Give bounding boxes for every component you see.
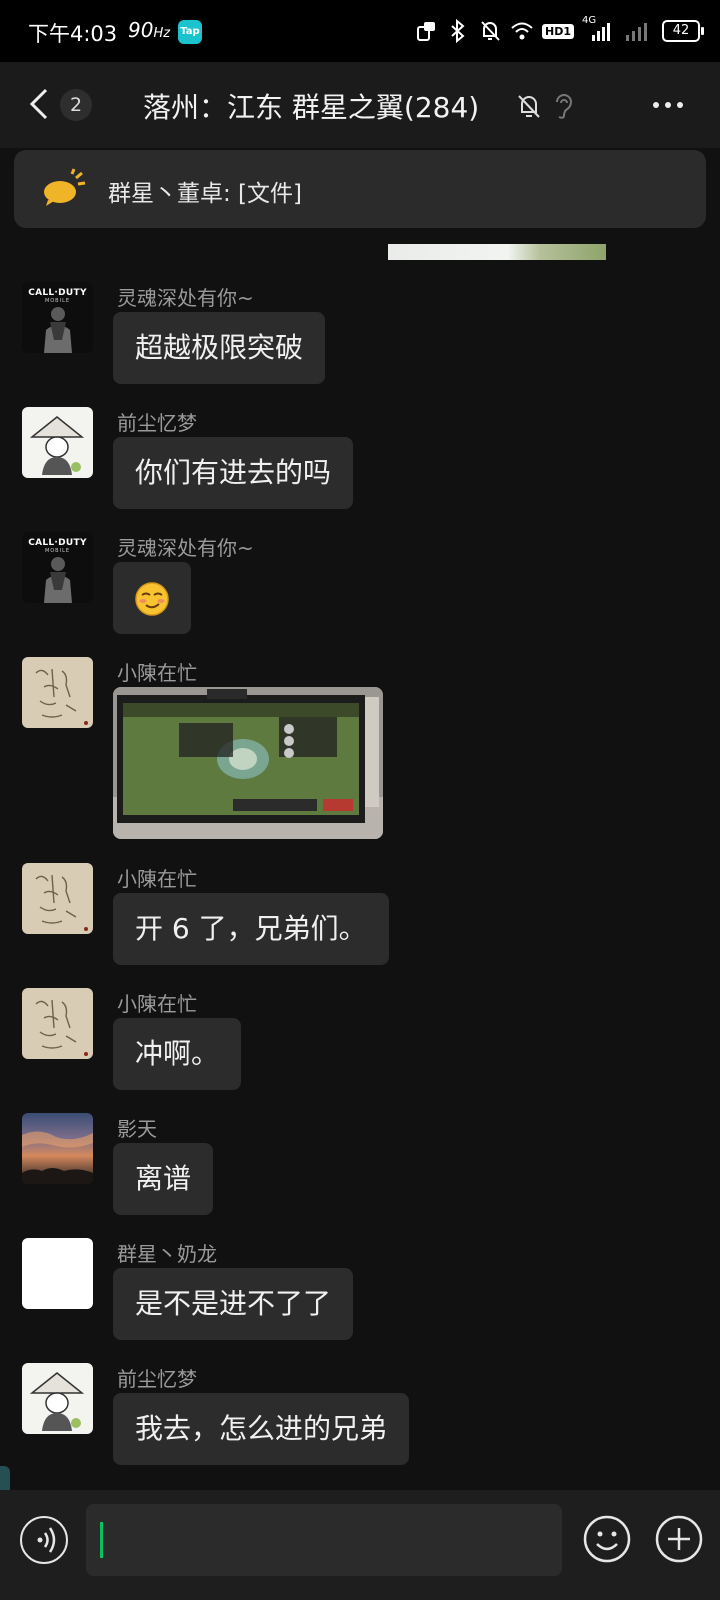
soldier-silhouette (44, 307, 72, 353)
unread-count-badge[interactable]: 2 (60, 89, 92, 121)
text-caret (100, 1522, 103, 1558)
sender-name: 小陳在忙 (117, 661, 197, 685)
plus-icon (655, 1515, 703, 1563)
signal-icon (624, 19, 654, 43)
avatar[interactable]: CALL·DUTY MOBILE (22, 282, 93, 353)
voice-wave-icon (37, 1527, 56, 1553)
status-bar: 下午4:03 90Hz Tap HD1 4G 42 (0, 0, 720, 62)
monk-cartoon (29, 416, 85, 475)
avatar[interactable] (22, 988, 93, 1059)
sender-name: 群星丶奶龙 (117, 1242, 217, 1266)
message-bubble[interactable]: 开 6 了，兄弟们。 (113, 893, 389, 965)
sketch-drawing (35, 999, 88, 1056)
mute-notification-icon (516, 92, 542, 120)
sender-name: 前尘忆梦 (117, 411, 197, 435)
wifi-icon (510, 19, 534, 43)
refresh-rate: 90Hz (128, 18, 170, 42)
more-dot-icon (677, 102, 683, 108)
image-message[interactable] (113, 687, 383, 839)
sender-name: 灵魂深处有你~ (117, 286, 254, 310)
message-bubble[interactable] (113, 562, 191, 634)
megaphone-icon (42, 168, 86, 208)
more-options-button[interactable] (648, 90, 688, 120)
bluetooth-icon (446, 19, 470, 43)
message-bubble[interactable]: 离谱 (113, 1143, 214, 1215)
avatar[interactable] (22, 1363, 93, 1434)
notice-text: 群星丶董卓: [文件] (108, 181, 303, 207)
sketch-drawing (35, 874, 88, 931)
signal-4g-icon: 4G (582, 15, 616, 43)
back-button[interactable] (26, 84, 56, 124)
sunset-photo (22, 1131, 93, 1184)
chat-header: 2 落州：江东 群星之翼(284) (0, 62, 720, 148)
avatar[interactable] (22, 1238, 93, 1309)
more-dot-icon (653, 102, 659, 108)
more-dot-icon (665, 102, 671, 108)
hd-volte-badge: HD1 (542, 23, 574, 39)
sender-name: 灵魂深处有你~ (117, 536, 254, 560)
status-time: 下午4:03 (28, 22, 118, 46)
avatar[interactable]: CALL·DUTY MOBILE (22, 532, 93, 603)
emoji-button[interactable] (582, 1514, 632, 1564)
mute-bell-icon (478, 19, 502, 43)
message-bubble[interactable]: 是不是进不了了 (113, 1268, 354, 1340)
sketch-drawing (35, 668, 88, 725)
sender-name: 影天 (117, 1117, 157, 1141)
group-notice-banner[interactable]: 群星丶董卓: [文件] (14, 150, 706, 228)
avatar[interactable] (22, 1113, 93, 1184)
voice-input-button[interactable] (20, 1516, 68, 1564)
smiley-icon (583, 1515, 631, 1563)
taptap-app-icon: Tap (178, 20, 202, 44)
chat-title: 落州：江东 群星之翼(284) (143, 91, 480, 124)
message-bubble[interactable]: 我去，怎么进的兄弟 (113, 1393, 410, 1465)
refresh-rate-value: 90 (128, 18, 154, 42)
message-text-input[interactable] (86, 1504, 562, 1576)
chevron-left-icon (29, 88, 48, 120)
soldier-silhouette (44, 557, 72, 603)
refresh-rate-unit: Hz (153, 26, 171, 41)
network-type-label: 4G (582, 15, 597, 26)
sender-name: 前尘忆梦 (117, 1367, 197, 1391)
game-screen-photo (113, 687, 383, 839)
scrolled-image-preview[interactable] (388, 244, 606, 260)
sender-name: 小陳在忙 (117, 992, 197, 1016)
monk-cartoon (29, 1372, 85, 1431)
message-input-bar (0, 1490, 720, 1600)
message-bubble[interactable]: 你们有进去的吗 (113, 437, 354, 509)
avatar[interactable] (22, 407, 93, 478)
status-icons: HD1 4G 42 (414, 15, 704, 46)
avatar[interactable] (22, 863, 93, 934)
battery-indicator: 42 (662, 20, 704, 42)
earpiece-mode-icon (552, 92, 574, 120)
screen-rotate-icon (414, 19, 438, 43)
message-bubble[interactable]: 超越极限突破 (113, 312, 326, 384)
avatar[interactable] (22, 657, 93, 728)
sender-name: 小陳在忙 (117, 867, 197, 891)
smirk-emoji-icon (135, 582, 169, 616)
message-bubble[interactable]: 冲啊。 (113, 1018, 242, 1090)
more-functions-button[interactable] (654, 1514, 704, 1564)
